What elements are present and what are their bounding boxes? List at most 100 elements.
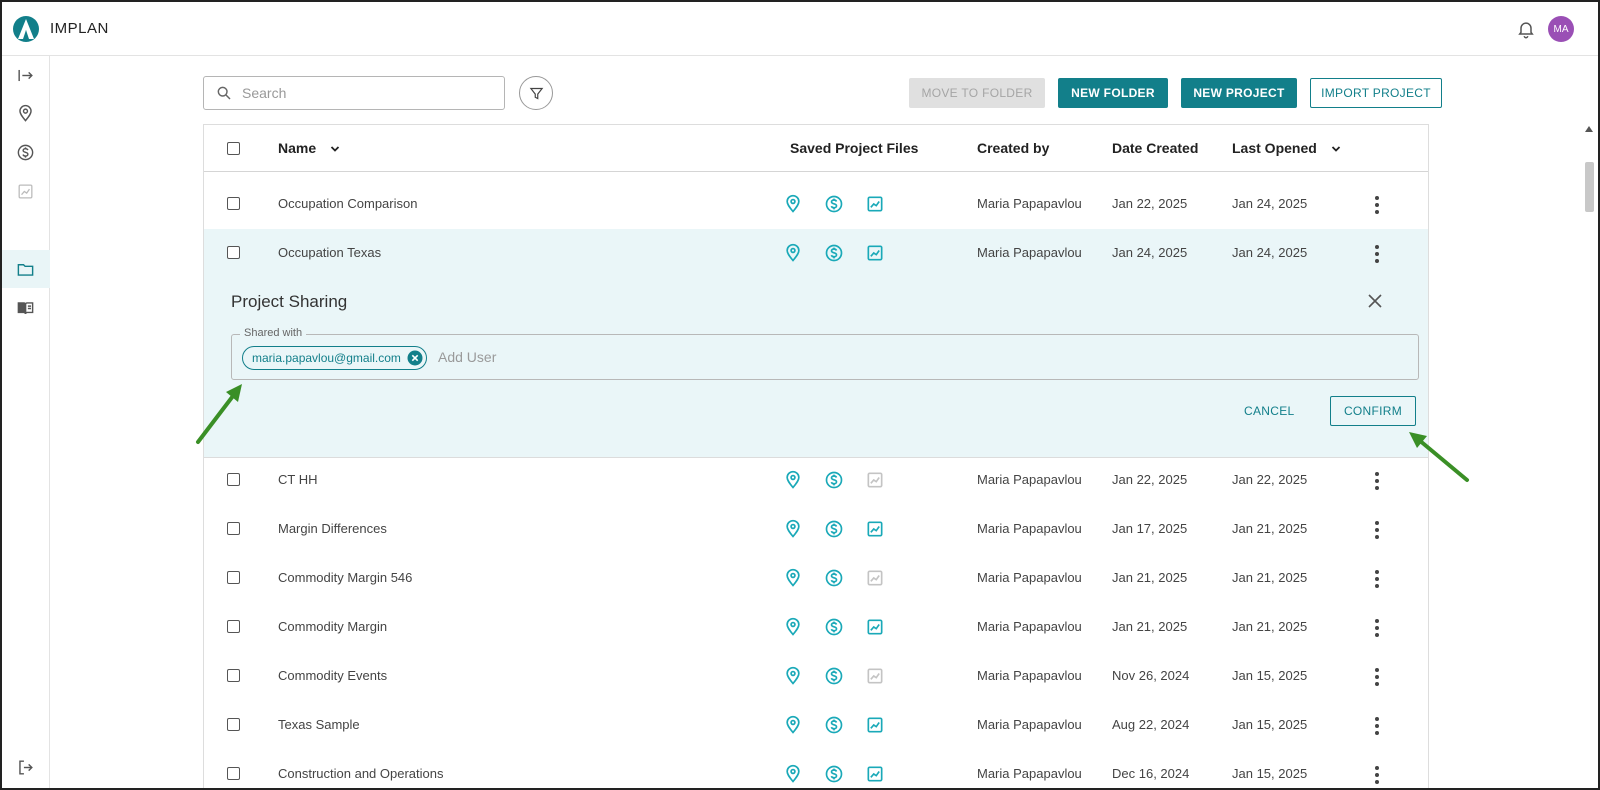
row-checkbox[interactable] (227, 718, 240, 731)
location-pin-icon[interactable] (783, 617, 803, 637)
created-by: Maria Papapavlou (977, 245, 1082, 260)
row-checkbox[interactable] (227, 620, 240, 633)
select-all-checkbox[interactable] (227, 142, 240, 155)
table-row[interactable]: Occupation Texas Maria Papapavlou Jan 24… (204, 229, 1428, 279)
table-row[interactable]: CT HH Maria Papapavlou Jan 22, 2025 Jan … (204, 456, 1428, 506)
project-name[interactable]: Commodity Margin 546 (278, 570, 412, 585)
location-pin-icon[interactable] (783, 666, 803, 686)
sidebar-item-regions[interactable] (0, 94, 50, 132)
more-options-icon[interactable] (1375, 619, 1379, 637)
search-box[interactable] (203, 76, 505, 110)
row-checkbox[interactable] (227, 522, 240, 535)
chart-icon[interactable] (865, 519, 885, 539)
logout-icon (18, 759, 33, 775)
project-name[interactable]: Texas Sample (278, 717, 360, 732)
dollar-icon[interactable] (824, 617, 844, 637)
more-options-icon[interactable] (1375, 196, 1379, 214)
sidebar-item-projects[interactable] (0, 250, 50, 288)
location-pin-icon[interactable] (783, 243, 803, 263)
dollar-icon[interactable] (824, 666, 844, 686)
location-pin-icon[interactable] (783, 764, 803, 784)
row-checkbox[interactable] (227, 197, 240, 210)
table-row[interactable]: Texas Sample Maria Papapavlou Aug 22, 20… (204, 701, 1428, 751)
chart-icon (865, 666, 885, 686)
logout-button[interactable] (0, 748, 50, 786)
location-pin-icon[interactable] (783, 519, 803, 539)
dollar-icon[interactable] (824, 764, 844, 784)
column-header-name[interactable]: Name (278, 140, 340, 156)
more-options-icon[interactable] (1375, 570, 1379, 588)
import-project-button[interactable]: IMPORT PROJECT (1310, 78, 1442, 108)
more-options-icon[interactable] (1375, 521, 1379, 539)
cancel-button[interactable]: CANCEL (1244, 404, 1294, 418)
confirm-button[interactable]: CONFIRM (1330, 396, 1416, 426)
scroll-thumb[interactable] (1585, 162, 1594, 212)
table-row[interactable]: Commodity Events Maria Papapavlou Nov 26… (204, 652, 1428, 702)
row-checkbox[interactable] (227, 246, 240, 259)
row-checkbox[interactable] (227, 767, 240, 780)
table-row[interactable]: Construction and Operations Maria Papapa… (204, 750, 1428, 790)
location-pin-icon[interactable] (783, 470, 803, 490)
date-created: Jan 21, 2025 (1112, 570, 1188, 585)
sidebar-item-docs[interactable] (0, 289, 50, 327)
dollar-icon[interactable] (824, 519, 844, 539)
chart-icon[interactable] (865, 243, 885, 263)
dollar-icon[interactable] (824, 243, 844, 263)
add-user-input[interactable]: Add User (438, 349, 496, 365)
scroll-up-arrow[interactable] (1585, 126, 1593, 132)
project-name[interactable]: Occupation Comparison (278, 196, 417, 211)
row-checkbox[interactable] (227, 571, 240, 584)
search-input[interactable] (242, 85, 482, 101)
dollar-icon[interactable] (824, 194, 844, 214)
filter-button[interactable] (519, 76, 553, 110)
page-scrollbar[interactable] (1583, 124, 1595, 790)
close-icon[interactable] (1368, 294, 1382, 308)
chart-icon[interactable] (865, 715, 885, 735)
chart-icon[interactable] (865, 764, 885, 784)
column-header-last-opened[interactable]: Last Opened (1232, 140, 1341, 156)
dollar-icon (17, 144, 33, 160)
project-name[interactable]: CT HH (278, 472, 317, 487)
table-row[interactable]: Margin Differences Maria Papapavlou Jan … (204, 505, 1428, 555)
chart-icon[interactable] (865, 194, 885, 214)
location-pin-icon[interactable] (783, 568, 803, 588)
date-created: Dec 16, 2024 (1112, 766, 1190, 781)
bell-icon[interactable] (1516, 19, 1536, 39)
created-by: Maria Papapavlou (977, 472, 1082, 487)
expand-icon (17, 69, 33, 81)
project-name[interactable]: Commodity Margin (278, 619, 387, 634)
more-options-icon[interactable] (1375, 668, 1379, 686)
table-row[interactable]: Commodity Margin 546 Maria Papapavlou Ja… (204, 554, 1428, 604)
sidebar-item-impacts[interactable] (0, 133, 50, 171)
project-name[interactable]: Commodity Events (278, 668, 387, 683)
table-row[interactable]: Commodity Margin Maria Papapavlou Jan 21… (204, 603, 1428, 653)
implan-logo[interactable] (12, 15, 40, 43)
more-options-icon[interactable] (1375, 717, 1379, 735)
column-header-saved-files: Saved Project Files (790, 140, 919, 156)
location-pin-icon[interactable] (783, 715, 803, 735)
dollar-icon[interactable] (824, 470, 844, 490)
location-pin-icon[interactable] (783, 194, 803, 214)
remove-user-icon[interactable] (407, 350, 423, 366)
sidebar-expand-button[interactable] (0, 56, 50, 94)
table-row[interactable]: Occupation Comparison Maria Papapavlou J… (204, 180, 1428, 230)
project-name[interactable]: Occupation Texas (278, 245, 381, 260)
move-to-folder-button[interactable]: MOVE TO FOLDER (909, 78, 1045, 108)
date-created: Aug 22, 2024 (1112, 717, 1190, 732)
more-options-icon[interactable] (1375, 472, 1379, 490)
chart-icon[interactable] (865, 617, 885, 637)
more-options-icon[interactable] (1375, 766, 1379, 784)
new-project-button[interactable]: NEW PROJECT (1181, 78, 1297, 108)
chart-icon (18, 184, 32, 198)
more-options-icon[interactable] (1375, 245, 1379, 263)
dollar-icon[interactable] (824, 715, 844, 735)
project-name[interactable]: Construction and Operations (278, 766, 443, 781)
project-name[interactable]: Margin Differences (278, 521, 387, 536)
dollar-icon[interactable] (824, 568, 844, 588)
row-checkbox[interactable] (227, 669, 240, 682)
row-checkbox[interactable] (227, 473, 240, 486)
avatar[interactable]: MA (1548, 16, 1574, 42)
shared-with-field[interactable]: Shared with maria.papavlou@gmail.com Add… (231, 327, 1419, 380)
sidebar-item-results[interactable] (0, 172, 50, 210)
new-folder-button[interactable]: NEW FOLDER (1058, 78, 1168, 108)
